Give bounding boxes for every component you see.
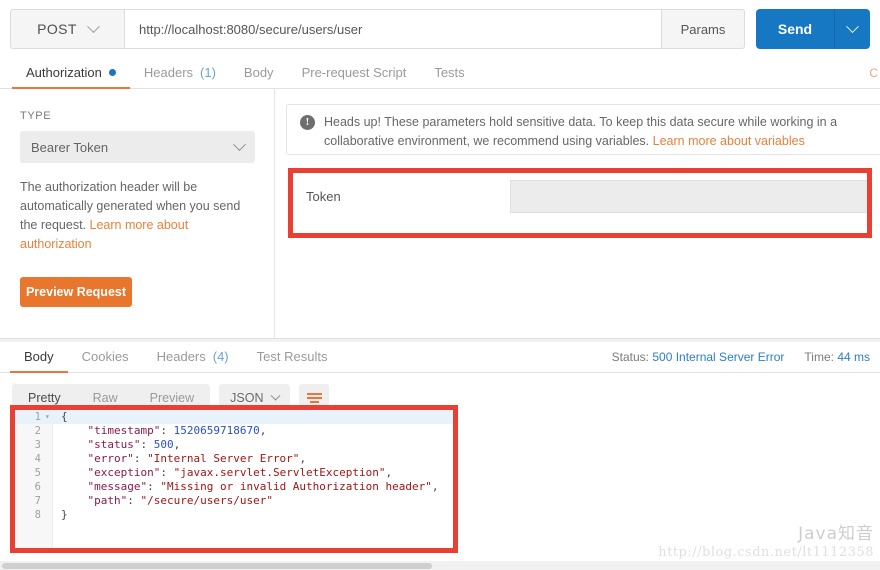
tab-label: Body: [243, 65, 274, 80]
view-mode-preview[interactable]: Preview: [134, 391, 210, 405]
format-value: JSON: [230, 391, 264, 405]
code-text: }: [61, 508, 68, 521]
tab-label: Pre-request Script: [301, 65, 407, 80]
view-mode-group: Pretty Raw Preview: [12, 384, 211, 412]
auth-type-panel: TYPE Bearer Token The authorization head…: [0, 89, 275, 338]
tab-label: Cookies: [81, 349, 129, 364]
preview-request-button[interactable]: Preview Request: [20, 277, 132, 307]
watermark-url: http://blog.csdn.net/lt1112358: [658, 545, 874, 560]
time-value: 44 ms: [837, 350, 870, 364]
token-input[interactable]: [510, 180, 872, 213]
response-status-bar: Status: 500 Internal Server Error Time: …: [612, 350, 870, 364]
tab-cookies[interactable]: Cookies: [68, 341, 143, 372]
tab-label: Body: [24, 349, 54, 364]
chevron-down-icon: [86, 19, 100, 33]
code-text: "status": 500,: [87, 438, 181, 451]
token-key-label: Token: [306, 189, 341, 204]
auth-description: The authorization header will be automat…: [20, 178, 252, 254]
tab-pre-request-script[interactable]: Pre-request Script: [288, 57, 421, 88]
time-group: Time: 44 ms: [804, 350, 870, 364]
scrollbar-thumb: [2, 563, 432, 569]
code-text: {: [61, 410, 68, 423]
code-text: "error": "Internal Server Error",: [87, 452, 307, 465]
exclamation-circle-icon: !: [300, 115, 315, 130]
notice-text-block: Heads up! These parameters hold sensitiv…: [324, 113, 880, 154]
auth-type-select[interactable]: Bearer Token: [20, 131, 255, 163]
code-line: 2 "timestamp": 1520659718670,: [15, 424, 453, 438]
code-line: 4 "error": "Internal Server Error",: [15, 452, 453, 466]
type-label: TYPE: [20, 110, 52, 122]
code-line: 7 "path": "/secure/users/user": [15, 494, 453, 508]
response-json-code: 1 ▾{2 "timestamp": 1520659718670, 3 "statu…: [15, 410, 453, 522]
code-line: 3 "status": 500,: [15, 438, 453, 452]
status-label: Status:: [611, 350, 649, 364]
tab-count: (4): [212, 349, 229, 364]
line-number: 8: [34, 509, 41, 521]
postman-window: POST http://localhost:8080/secure/users/…: [0, 0, 880, 570]
time-label: Time:: [804, 350, 834, 364]
tab-response-headers[interactable]: Headers (4): [143, 341, 243, 372]
line-number: 2: [34, 425, 41, 437]
tab-tests[interactable]: Tests: [420, 57, 478, 88]
tab-test-results[interactable]: Test Results: [243, 341, 342, 372]
code-text: "message": "Missing or invalid Authoriza…: [87, 480, 439, 493]
code-text: "exception": "javax.servlet.ServletExcep…: [87, 466, 393, 479]
tab-response-body[interactable]: Body: [10, 341, 68, 373]
code-text: "path": "/secure/users/user": [87, 494, 273, 507]
method-selector[interactable]: POST: [10, 9, 124, 49]
line-number: 3: [34, 439, 41, 451]
auth-params-panel: ! Heads up! These parameters hold sensit…: [275, 89, 880, 338]
tab-authorization[interactable]: Authorization: [12, 57, 130, 89]
view-mode-pretty[interactable]: Pretty: [12, 391, 77, 405]
active-indicator-dot-icon: [108, 69, 116, 76]
auth-type-value: Bearer Token: [31, 139, 109, 155]
send-options-button[interactable]: [834, 9, 870, 49]
watermark-logo: Java知音: [798, 524, 874, 544]
chevron-down-icon: [233, 137, 246, 151]
request-url-bar: POST http://localhost:8080/secure/users/…: [10, 9, 870, 49]
tab-label: Tests: [434, 65, 465, 80]
line-number: 6: [34, 481, 41, 493]
watermark: Java知音 http://blog.csdn.net/lt1112358: [658, 519, 874, 560]
params-button[interactable]: Params: [662, 9, 745, 49]
chevron-down-icon: [271, 390, 281, 401]
view-mode-raw[interactable]: Raw: [77, 391, 134, 405]
code-line: 1 ▾ {: [15, 410, 453, 424]
code-text: "timestamp": 1520659718670,: [87, 424, 267, 437]
status-group: Status: 500 Internal Server Error: [612, 350, 785, 364]
url-input[interactable]: http://localhost:8080/secure/users/user: [124, 9, 662, 49]
sensitive-data-notice: ! Heads up! These parameters hold sensit…: [286, 104, 880, 155]
tab-label: Authorization: [26, 65, 102, 80]
wrap-lines-icon[interactable]: [299, 384, 330, 412]
line-number: 4: [34, 453, 41, 465]
status-value: 500 Internal Server Error: [652, 350, 785, 364]
token-row: Token: [288, 173, 872, 220]
tab-label: Headers: [156, 349, 206, 364]
tab-count: (1): [200, 65, 216, 80]
code-line: 6 "message": "Missing or invalid Authori…: [15, 480, 453, 494]
response-format-toolbar: Pretty Raw Preview JSON: [12, 384, 330, 412]
variables-learn-more-link[interactable]: Learn more about variables: [653, 134, 805, 148]
tab-body[interactable]: Body: [230, 57, 288, 88]
send-group: Send: [756, 9, 870, 49]
horizontal-scrollbar[interactable]: [0, 561, 880, 570]
code-link[interactable]: C: [869, 66, 878, 80]
method-label: POST: [37, 21, 77, 37]
response-body-viewer[interactable]: 1 ▾{2 "timestamp": 1520659718670, 3 "statu…: [15, 410, 453, 548]
tab-headers[interactable]: Headers (1): [130, 57, 230, 88]
code-line: 8}: [15, 508, 453, 522]
format-select[interactable]: JSON: [219, 384, 291, 412]
code-line: 5 "exception": "javax.servlet.ServletExc…: [15, 466, 453, 480]
chevron-down-icon: [846, 19, 859, 33]
line-number: 1: [34, 411, 41, 423]
request-tab-bar: Authorization Headers (1) Body Pre-reque…: [0, 58, 880, 89]
panel-divider-line: [0, 338, 880, 339]
tab-label: Headers: [143, 65, 194, 80]
line-number: 5: [34, 467, 41, 479]
tab-label: Test Results: [256, 349, 328, 364]
send-button[interactable]: Send: [756, 9, 834, 49]
line-number: 7: [34, 495, 41, 507]
fold-toggle-icon[interactable]: ▾: [45, 410, 53, 424]
